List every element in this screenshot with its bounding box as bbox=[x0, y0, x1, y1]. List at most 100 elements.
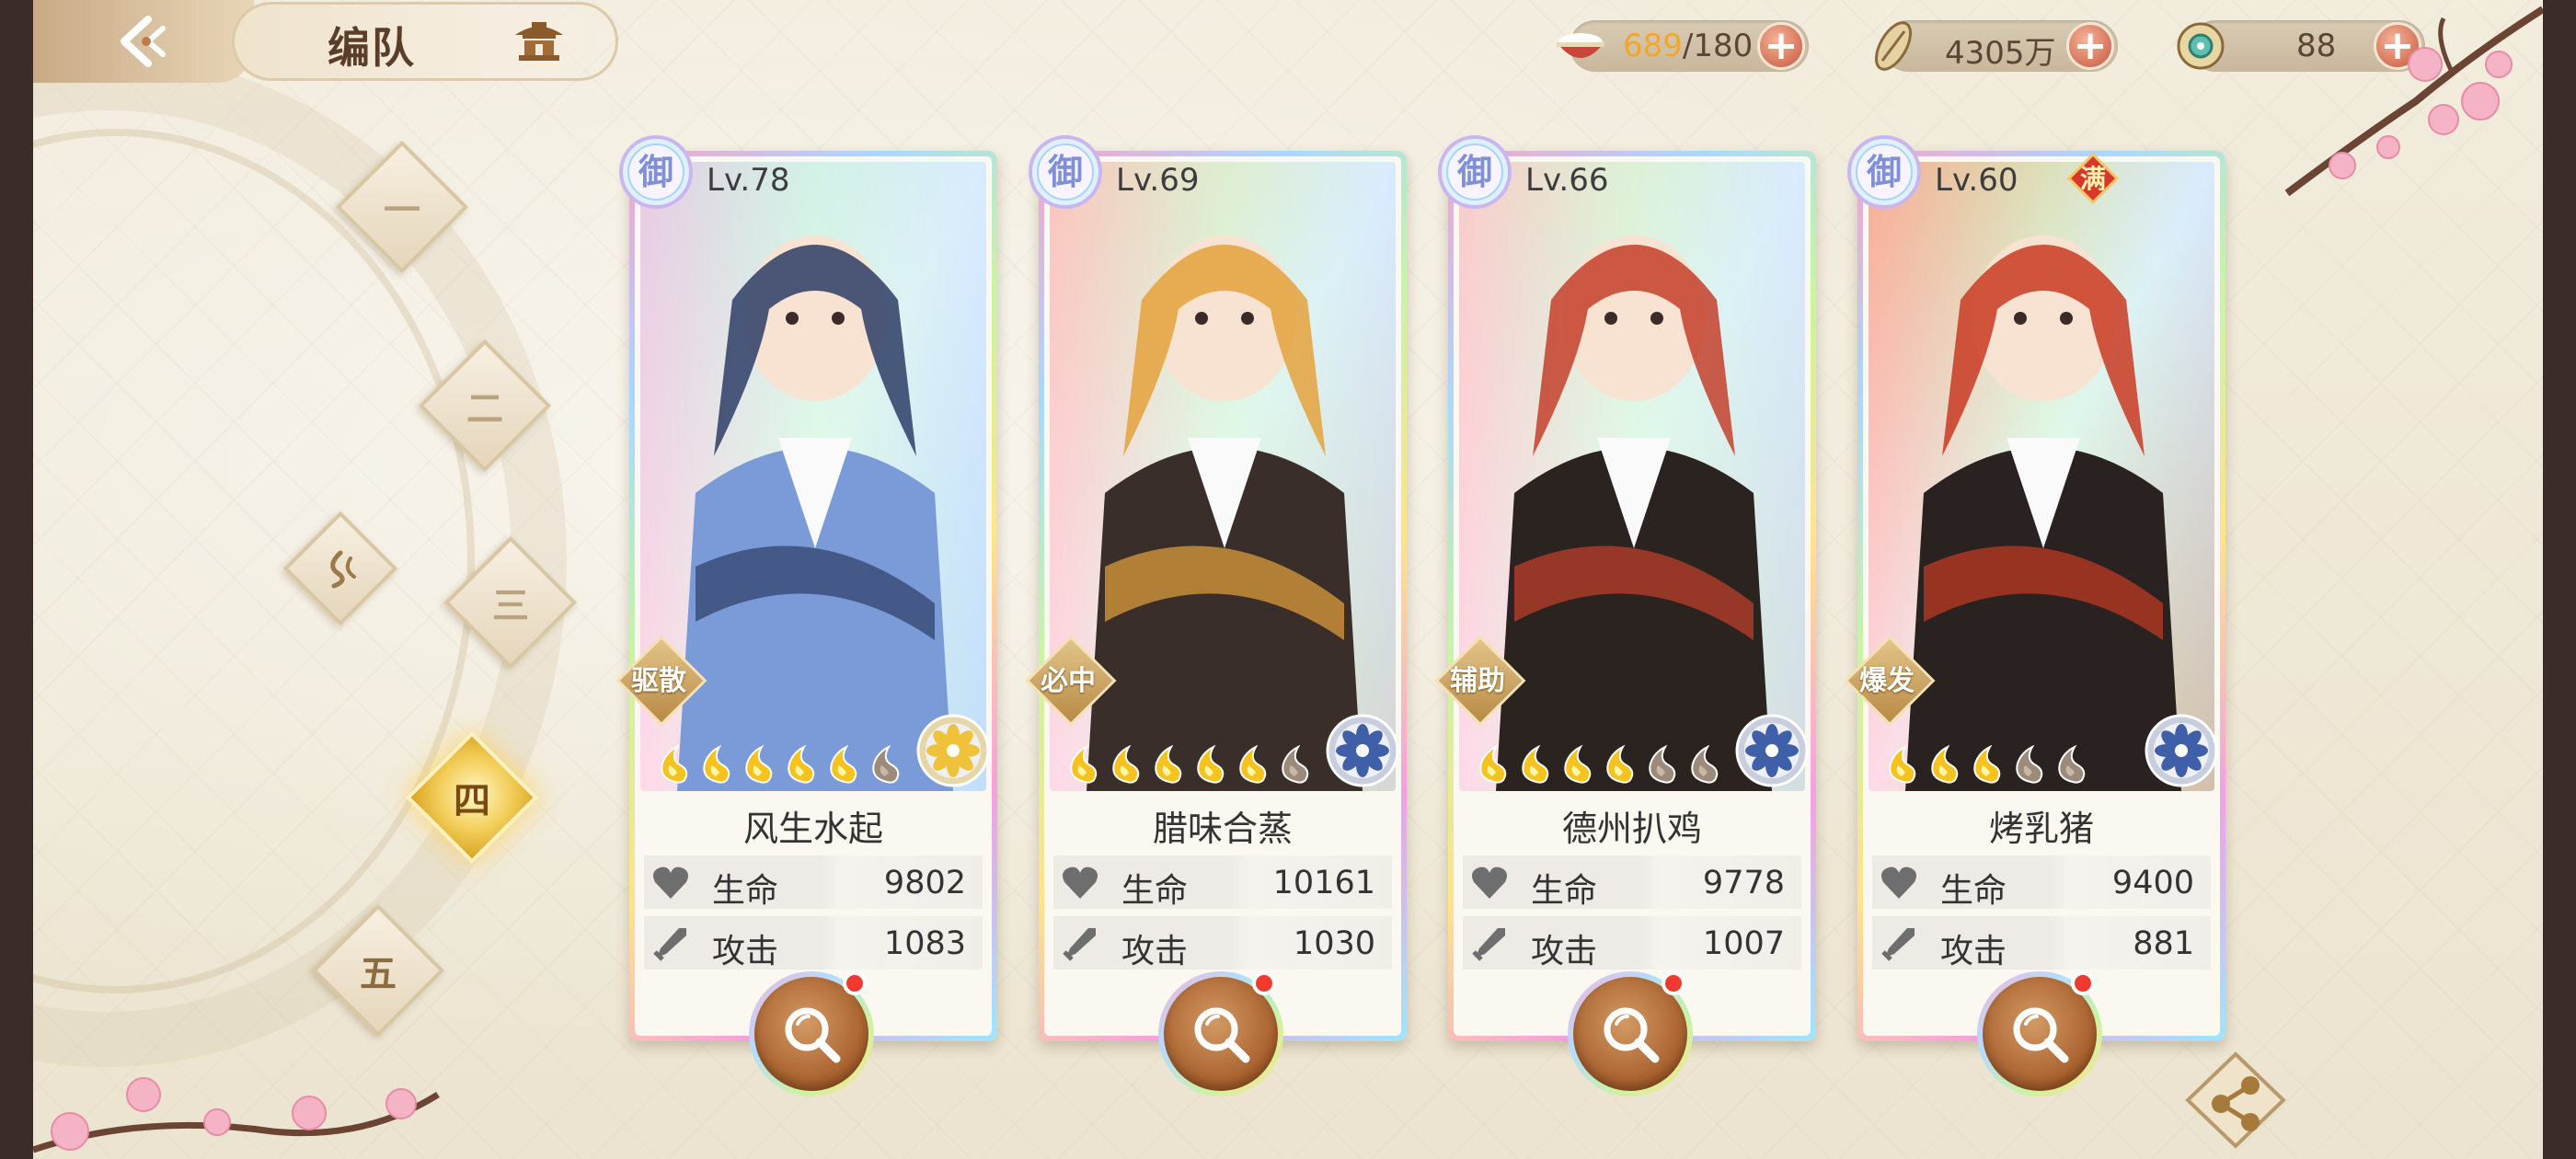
team-button-3[interactable]: 三 bbox=[443, 535, 578, 670]
character-name: 风生水起 bbox=[742, 809, 883, 849]
character-name: 烤乳猪 bbox=[1988, 809, 2094, 849]
rarity-text: 御 bbox=[1456, 152, 1492, 192]
sword-icon bbox=[1063, 928, 1096, 961]
jade-icon bbox=[2177, 22, 2225, 70]
hp-stat-row: 生命 10161 bbox=[1053, 855, 1392, 910]
team-emblem-button[interactable] bbox=[282, 511, 398, 626]
team-button-1[interactable]: 一 bbox=[335, 140, 469, 274]
back-arrow-icon bbox=[121, 16, 166, 67]
role-text: 必中 bbox=[1041, 665, 1096, 697]
scroll-coin-icon bbox=[1874, 21, 1913, 71]
rarity-badge: 御 bbox=[1438, 135, 1512, 209]
card-body: 德州扒鸡 生命 9778 攻击 1007 bbox=[1454, 156, 1811, 1036]
back-button[interactable] bbox=[33, 0, 254, 83]
inspect-button[interactable] bbox=[749, 971, 874, 1096]
level-text: Lv.60 bbox=[1935, 162, 2018, 199]
level-text: Lv.69 bbox=[1116, 162, 1200, 199]
sword-icon bbox=[1881, 928, 1915, 961]
card-body: 腊味合蒸 生命 10161 攻击 1030 bbox=[1044, 156, 1401, 1036]
character-card[interactable]: 德州扒鸡 生命 9778 攻击 1007 御 Lv.66 辅助 bbox=[1438, 135, 1816, 1096]
role-tag: 驱散 bbox=[613, 646, 705, 710]
formation-screen: 编队 689/180 + 4305万 + 88 + 一 二 三 四 五 风生水起… bbox=[33, 0, 2543, 1159]
role-tag: 必中 bbox=[1022, 646, 1114, 710]
heart-icon bbox=[1063, 866, 1098, 899]
role-text: 驱散 bbox=[631, 665, 686, 697]
star-rating bbox=[1066, 745, 1315, 784]
level-text: Lv.78 bbox=[707, 162, 790, 199]
stamina-current: 689 bbox=[1623, 28, 1683, 64]
attack-stat-row: 攻击 1030 bbox=[1053, 916, 1392, 970]
attack-stat-row: 攻击 1083 bbox=[644, 916, 983, 970]
card-body: 烤乳猪 生命 9400 攻击 881 bbox=[1863, 156, 2220, 1036]
team-button-2[interactable]: 二 bbox=[418, 339, 552, 473]
coins-value: 4305万 bbox=[1945, 35, 2056, 72]
rarity-badge: 御 bbox=[1847, 135, 1921, 209]
inspect-button[interactable] bbox=[1977, 971, 2102, 1096]
hp-stat-row: 生命 9400 bbox=[1872, 855, 2211, 910]
hp-stat-row: 生命 9802 bbox=[644, 855, 983, 910]
swirl-emblem-icon bbox=[330, 550, 356, 589]
add-stamina-button[interactable]: + bbox=[1757, 22, 1805, 70]
sword-icon bbox=[653, 928, 686, 961]
hp-label: 生命 bbox=[1940, 872, 2007, 910]
heart-icon bbox=[653, 866, 688, 899]
notification-dot bbox=[843, 971, 867, 995]
hp-label: 生命 bbox=[712, 872, 779, 910]
stamina-counter: 689/180 + bbox=[1557, 20, 1809, 72]
hp-value: 9778 bbox=[1702, 865, 1785, 901]
rarity-text: 御 bbox=[1866, 152, 1902, 192]
pavilion-icon[interactable] bbox=[512, 17, 567, 64]
coins-counter: 4305万 + bbox=[1874, 20, 2118, 72]
notification-dot bbox=[2071, 971, 2095, 995]
notification-dot bbox=[1252, 971, 1276, 995]
role-text: 辅助 bbox=[1450, 665, 1505, 697]
role-tag: 爆发 bbox=[1841, 646, 1933, 710]
heart-icon bbox=[1472, 866, 1507, 899]
level-text: Lv.66 bbox=[1525, 162, 1609, 199]
hp-value: 9802 bbox=[883, 865, 966, 901]
rarity-badge: 御 bbox=[1029, 135, 1102, 209]
cherry-blossom-branch-bottom bbox=[33, 1077, 440, 1153]
magnifier-icon bbox=[1604, 1007, 1660, 1063]
attack-value: 1083 bbox=[883, 925, 966, 962]
share-button[interactable] bbox=[2180, 1049, 2291, 1150]
team-button-5[interactable]: 五 bbox=[311, 903, 445, 1038]
add-coins-button[interactable]: + bbox=[2066, 22, 2114, 70]
attack-value: 1030 bbox=[1293, 925, 1375, 962]
hp-label: 生命 bbox=[1531, 872, 1598, 910]
cherry-blossom-branch-top bbox=[2284, 6, 2543, 197]
magnifier-icon bbox=[1194, 1007, 1250, 1063]
rarity-text: 御 bbox=[638, 152, 673, 192]
star-rating bbox=[1476, 745, 1724, 784]
rarity-text: 御 bbox=[1047, 152, 1083, 192]
food-bowl-icon bbox=[1557, 33, 1604, 58]
role-tag: 辅助 bbox=[1432, 646, 1524, 710]
role-text: 爆发 bbox=[1859, 665, 1915, 697]
character-card[interactable]: 烤乳猪 生命 9400 攻击 881 御 Lv.60 满 爆发 bbox=[1847, 135, 2225, 1096]
rarity-badge: 御 bbox=[619, 135, 693, 209]
attack-value: 881 bbox=[2133, 925, 2194, 962]
hp-stat-row: 生命 9778 bbox=[1463, 855, 1801, 910]
card-body: 风生水起 生命 9802 攻击 1083 bbox=[635, 156, 992, 1036]
sword-icon bbox=[1472, 928, 1505, 961]
notification-dot bbox=[1662, 971, 1685, 995]
character-card[interactable]: 腊味合蒸 生命 10161 攻击 1030 御 Lv.69 必中 bbox=[1029, 135, 1407, 1096]
attack-value: 1007 bbox=[1702, 925, 1785, 962]
star-rating bbox=[657, 745, 905, 784]
team-button-4[interactable]: 四 bbox=[405, 730, 539, 865]
hp-label: 生命 bbox=[1121, 872, 1189, 910]
attack-stat-row: 攻击 881 bbox=[1872, 916, 2211, 970]
page-title: 编队 bbox=[328, 23, 416, 73]
character-name: 德州扒鸡 bbox=[1561, 809, 1702, 849]
max-badge: 满 bbox=[2067, 153, 2119, 204]
star-rating bbox=[1885, 745, 2091, 784]
stamina-max: /180 bbox=[1682, 28, 1754, 64]
max-badge-text: 满 bbox=[2080, 164, 2106, 194]
inspect-button[interactable] bbox=[1568, 971, 1693, 1096]
attack-label: 攻击 bbox=[1531, 933, 1598, 970]
hp-value: 10161 bbox=[1272, 865, 1375, 901]
inspect-button[interactable] bbox=[1158, 971, 1283, 1096]
attack-label: 攻击 bbox=[1940, 933, 2007, 970]
hp-value: 9400 bbox=[2111, 865, 2194, 901]
character-card[interactable]: 风生水起 生命 9802 攻击 1083 御 Lv.78 驱散 bbox=[619, 135, 997, 1096]
